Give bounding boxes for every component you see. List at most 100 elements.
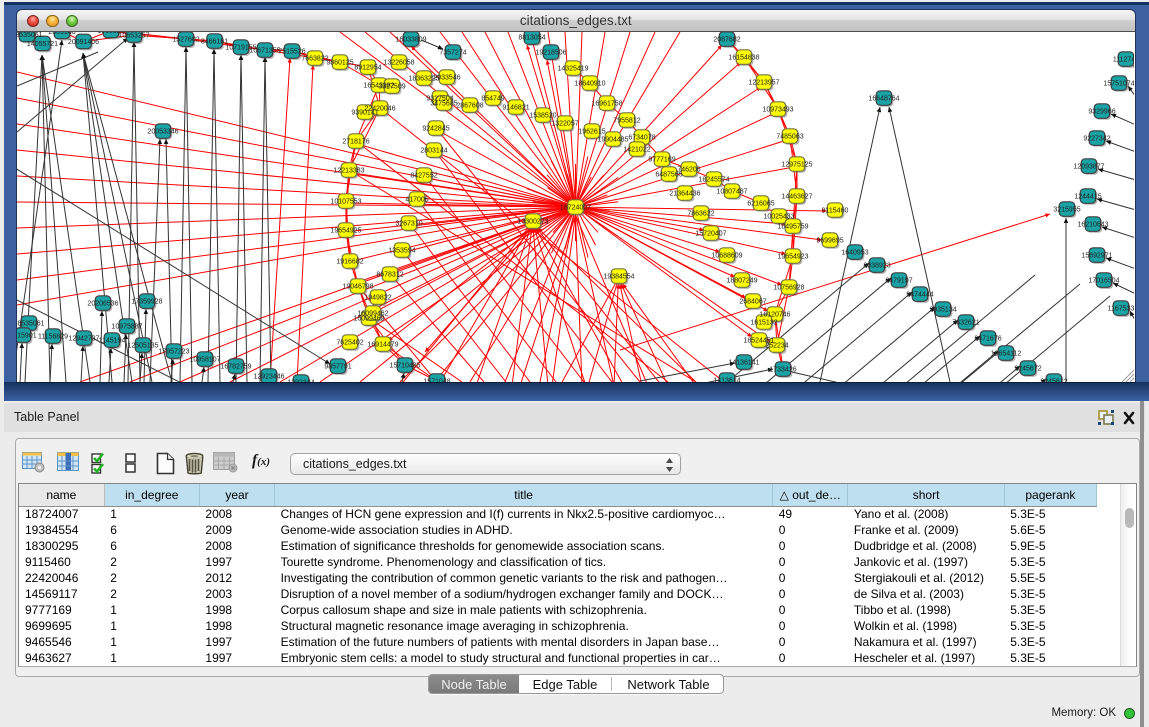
svg-text:3475685: 3475685 [430,101,457,108]
svg-text:18640910: 18640910 [574,81,605,88]
svg-text:2935134: 2935134 [929,307,956,314]
svg-text:1413614: 1413614 [713,378,740,383]
svg-text:9860125: 9860125 [326,60,353,67]
svg-text:1145194: 1145194 [99,338,126,345]
svg-text:8912954: 8912954 [354,65,381,72]
svg-text:13226058: 13226058 [383,60,414,67]
svg-text:13300273: 13300273 [517,219,548,226]
svg-text:7863622: 7863622 [687,211,714,218]
svg-text:1421022: 1421022 [623,147,650,154]
svg-text:7515526: 7515526 [278,49,305,56]
svg-text:17016504: 17016504 [1088,278,1119,285]
svg-text:8938923: 8938923 [863,263,890,270]
svg-text:10975887: 10975887 [111,324,142,331]
svg-text:1353594: 1353594 [388,248,415,255]
svg-text:14463627: 14463627 [781,194,812,201]
svg-text:10807487: 10807487 [716,189,747,196]
svg-text:9115460: 9115460 [822,208,849,215]
svg-text:1538520: 1538520 [529,113,556,120]
svg-text:20053346: 20053346 [147,129,178,136]
svg-text:16782759: 16782759 [220,364,251,371]
svg-text:17359928: 17359928 [131,299,162,306]
svg-text:18807249: 18807249 [726,278,757,285]
svg-text:10107553: 10107553 [330,199,361,206]
svg-text:1640953: 1640953 [841,250,868,257]
svg-text:9699695: 9699695 [816,238,843,245]
svg-text:9777169: 9777169 [648,157,675,164]
svg-text:9227342: 9227342 [1083,136,1110,143]
svg-text:7632621: 7632621 [952,320,979,327]
svg-text:15751074: 15751074 [1103,81,1134,88]
svg-text:18724007: 18724007 [560,205,591,212]
svg-text:854749: 854749 [481,96,504,103]
svg-text:3327509: 3327509 [378,84,405,91]
svg-text:2867608: 2867608 [456,103,483,110]
svg-text:1527602: 1527602 [172,37,199,44]
svg-text:15692971: 15692971 [1081,253,1112,260]
svg-text:10654112: 10654112 [991,351,1022,358]
svg-text:14136141: 14136141 [728,360,759,367]
svg-text:1112748: 1112748 [1113,57,1134,64]
svg-text:9146821: 9146821 [502,105,529,112]
svg-text:16099462: 16099462 [357,311,388,318]
svg-text:2933546: 2933546 [433,75,460,82]
svg-text:10671355: 10671355 [249,48,280,55]
svg-text:7357274: 7357274 [439,50,466,57]
svg-text:12923446: 12923446 [253,374,284,381]
svg-text:252234: 252234 [765,343,788,350]
svg-text:2684067: 2684067 [739,299,766,306]
svg-text:2718176: 2718176 [342,139,369,146]
svg-text:1615132: 1615132 [750,320,777,327]
svg-text:1244415: 1244415 [1074,194,1101,201]
svg-text:746206: 746206 [677,167,700,174]
svg-text:10756928: 10756928 [773,285,804,292]
svg-text:7625402: 7625402 [336,340,363,347]
svg-text:1733426: 1733426 [769,367,796,374]
svg-text:2803144: 2803144 [420,148,447,155]
svg-text:17957223: 17957223 [158,349,189,356]
svg-text:14055721: 14055721 [27,41,58,48]
svg-text:18245574: 18245574 [698,177,729,184]
svg-text:7485063: 7485063 [776,134,803,141]
svg-text:2009140: 2009140 [48,32,75,36]
svg-text:16648764: 16648764 [868,96,899,103]
svg-text:10973493: 10973493 [762,107,793,114]
svg-text:8427552: 8427552 [410,173,437,180]
svg-text:15720407: 15720407 [695,231,726,238]
svg-text:3267310: 3267310 [395,221,422,228]
svg-text:6479197: 6479197 [885,278,912,285]
svg-text:3915901: 3915901 [17,333,37,340]
svg-text:9242845: 9242845 [422,126,449,133]
svg-text:7663822: 7663822 [301,56,328,63]
svg-text:16033809: 16033809 [395,37,426,44]
svg-text:6734078: 6734078 [628,135,655,142]
svg-text:12505135: 12505135 [127,343,158,350]
svg-text:16210643: 16210643 [1077,222,1108,229]
svg-text:8466161: 8466161 [201,39,228,46]
svg-text:9245672: 9245672 [1014,366,1041,373]
svg-text:22420046: 22420046 [364,106,395,113]
svg-text:15710485: 15710485 [389,363,420,370]
svg-text:16120746: 16120746 [759,312,790,319]
svg-text:16961758: 16961758 [591,101,622,108]
svg-text:10688609: 10688609 [711,253,742,260]
svg-text:19654923: 19654923 [777,254,808,261]
svg-text:16914479: 16914479 [367,342,398,349]
svg-text:18495759: 18495759 [777,224,808,231]
svg-text:20091406: 20091406 [68,39,99,46]
svg-text:8678312: 8678312 [376,272,403,279]
svg-text:20206536: 20206536 [87,301,118,308]
svg-text:7955812: 7955812 [613,118,640,125]
svg-text:19384554: 19384554 [603,274,634,281]
svg-text:18535061: 18535061 [17,321,45,328]
svg-text:1949822: 1949822 [364,295,391,302]
svg-text:1962615: 1962615 [578,129,605,136]
svg-text:1916682: 1916682 [336,259,363,266]
svg-text:417006: 417006 [405,197,428,204]
svg-text:8813054: 8813054 [518,35,545,42]
svg-text:12213383: 12213383 [333,168,364,175]
svg-text:3215955: 3215955 [1053,207,1080,214]
svg-text:19654925: 19654925 [330,228,361,235]
svg-text:14325419: 14325419 [557,66,588,73]
svg-text:1167533: 1167533 [1108,306,1134,313]
